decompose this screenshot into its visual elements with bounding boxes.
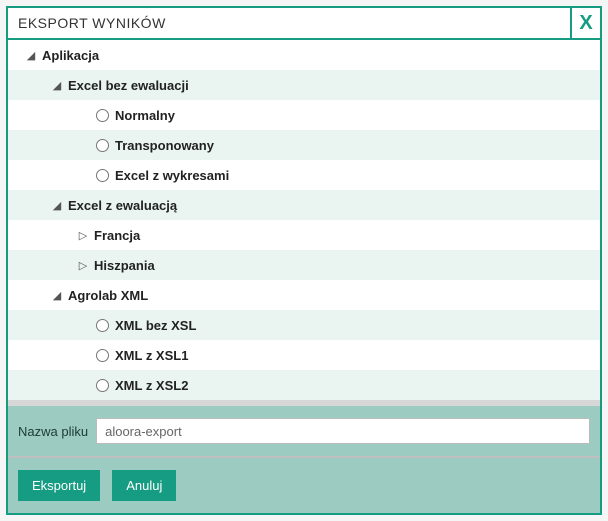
filename-label: Nazwa pliku	[18, 424, 88, 439]
tree-option-xml-xsl1[interactable]: XML z XSL1	[8, 340, 600, 370]
tree-node-app[interactable]: ◢ Aplikacja	[8, 40, 600, 70]
tree-label: Excel bez ewaluacji	[68, 78, 189, 93]
cancel-button[interactable]: Anuluj	[112, 470, 176, 501]
tree-node-excel-eval[interactable]: ◢ Excel z ewaluacją	[8, 190, 600, 220]
radio-transposed[interactable]	[96, 139, 109, 152]
tree-label: Francja	[94, 228, 140, 243]
tree-label: Excel z ewaluacją	[68, 198, 177, 213]
filename-input[interactable]	[96, 418, 590, 444]
expand-icon[interactable]: ◢	[50, 79, 64, 92]
tree-option-normal[interactable]: Normalny	[8, 100, 600, 130]
tree-label: XML z XSL1	[115, 348, 188, 363]
radio-normal[interactable]	[96, 109, 109, 122]
dialog-title: EKSPORT WYNIKÓW	[8, 8, 570, 38]
tree-node-excel-no-eval[interactable]: ◢ Excel bez ewaluacji	[8, 70, 600, 100]
export-tree: ◢ Aplikacja ◢ Excel bez ewaluacji Normal…	[8, 40, 600, 400]
tree-label: XML bez XSL	[115, 318, 196, 333]
tree-node-agrolab[interactable]: ◢ Agrolab XML	[8, 280, 600, 310]
tree-label: XML z XSL2	[115, 378, 188, 393]
tree-label: Aplikacja	[42, 48, 99, 63]
export-button[interactable]: Eksportuj	[18, 470, 100, 501]
collapse-icon[interactable]: ▷	[76, 259, 90, 272]
expand-icon[interactable]: ◢	[50, 289, 64, 302]
radio-charts[interactable]	[96, 169, 109, 182]
tree-label: Normalny	[115, 108, 175, 123]
radio-xml-xsl1[interactable]	[96, 349, 109, 362]
tree-option-xml-xsl2[interactable]: XML z XSL2	[8, 370, 600, 400]
radio-xml-xsl2[interactable]	[96, 379, 109, 392]
expand-icon[interactable]: ◢	[24, 49, 38, 62]
radio-xml-noxsl[interactable]	[96, 319, 109, 332]
tree-option-transposed[interactable]: Transponowany	[8, 130, 600, 160]
expand-icon[interactable]: ◢	[50, 199, 64, 212]
collapse-icon[interactable]: ▷	[76, 229, 90, 242]
tree-label: Agrolab XML	[68, 288, 148, 303]
tree-option-xml-noxsl[interactable]: XML bez XSL	[8, 310, 600, 340]
tree-label: Hiszpania	[94, 258, 155, 273]
close-button[interactable]: X	[570, 8, 600, 38]
filename-bar: Nazwa pliku	[8, 406, 600, 456]
tree-node-france[interactable]: ▷ Francja	[8, 220, 600, 250]
button-bar: Eksportuj Anuluj	[8, 458, 600, 513]
titlebar: EKSPORT WYNIKÓW X	[8, 8, 600, 40]
export-dialog: EKSPORT WYNIKÓW X ◢ Aplikacja ◢ Excel be…	[6, 6, 602, 515]
tree-option-charts[interactable]: Excel z wykresami	[8, 160, 600, 190]
tree-node-spain[interactable]: ▷ Hiszpania	[8, 250, 600, 280]
tree-label: Excel z wykresami	[115, 168, 229, 183]
close-icon: X	[579, 12, 592, 35]
tree-label: Transponowany	[115, 138, 214, 153]
